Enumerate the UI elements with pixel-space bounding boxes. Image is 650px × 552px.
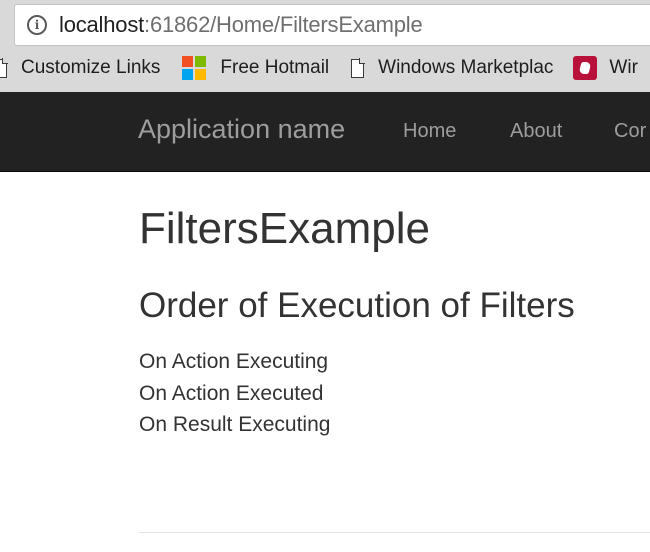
bookmark-label: Free Hotmail xyxy=(220,57,330,78)
info-icon[interactable]: i xyxy=(27,15,47,35)
list-item: On Result Executing xyxy=(139,413,331,436)
address-bar[interactable]: i localhost:61862/Home/FiltersExample xyxy=(14,4,650,46)
bookmark-windows-media[interactable]: Wir xyxy=(573,56,638,80)
bookmarks-bar: Customize Links Free Hotmail Windows Mar… xyxy=(0,48,650,88)
bookmark-free-hotmail[interactable]: Free Hotmail xyxy=(182,56,329,80)
page-title: FiltersExample xyxy=(139,204,430,253)
brand-link[interactable]: Application name xyxy=(138,114,345,145)
bookmark-windows-marketplace[interactable]: Windows Marketplac xyxy=(351,57,553,79)
navbar: Application name Home About Cor xyxy=(0,92,650,172)
page-icon xyxy=(0,58,8,78)
url-host: localhost xyxy=(59,12,145,37)
page-icon xyxy=(351,58,365,78)
nav-contact-link[interactable]: Cor xyxy=(614,120,646,143)
browser-chrome: i localhost:61862/Home/FiltersExample Cu… xyxy=(0,0,650,92)
list-item: On Action Executed xyxy=(139,381,324,405)
nav-home-link[interactable]: Home xyxy=(403,120,456,143)
section-title: Order of Execution of Filters xyxy=(139,286,575,325)
bookmark-label: Customize Links xyxy=(21,57,161,78)
bookmark-label: Windows Marketplac xyxy=(378,57,554,78)
bookmark-customize-links[interactable]: Customize Links xyxy=(0,57,160,79)
microsoft-logo-icon xyxy=(182,56,207,80)
url-text[interactable]: localhost:61862/Home/FiltersExample xyxy=(59,12,423,38)
footer-divider xyxy=(139,532,650,533)
filter-list: On Action Executing On Action Executed O… xyxy=(139,346,330,441)
url-path: :61862/Home/FiltersExample xyxy=(144,12,423,37)
list-item: On Action Executing xyxy=(139,350,329,373)
windows-media-icon xyxy=(573,56,598,80)
nav-about-link[interactable]: About xyxy=(510,120,562,143)
bookmark-label: Wir xyxy=(609,57,638,78)
